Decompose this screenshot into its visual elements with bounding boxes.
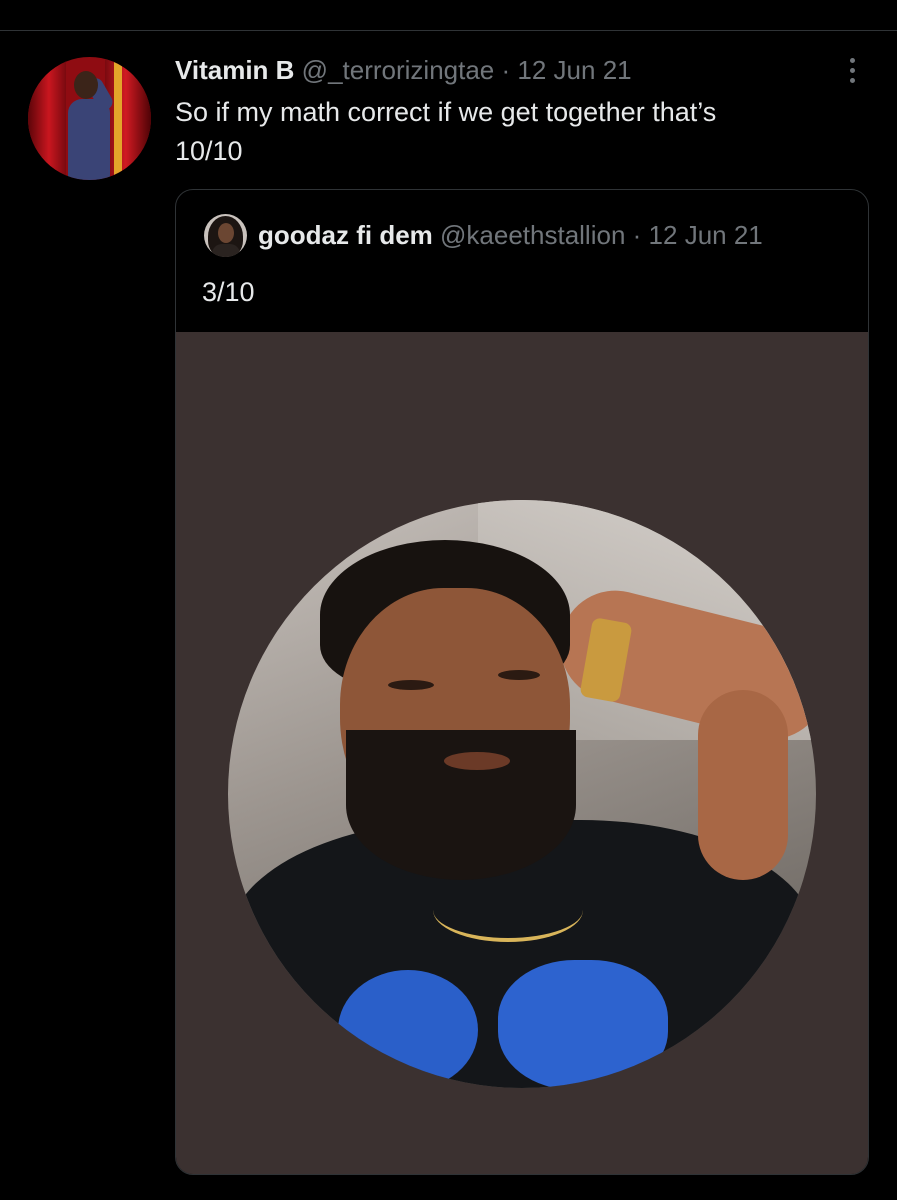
quoted-author-display-name[interactable]: goodaz fi dem <box>258 220 433 250</box>
tweet-timestamp[interactable]: 12 Jun 21 <box>517 55 631 85</box>
more-vertical-icon-dot <box>849 77 855 83</box>
tweet-header: Vitamin B @_terrorizingtae · 12 Jun 21 <box>175 53 632 87</box>
tweet-text-line: 10/10 <box>175 136 243 166</box>
avatar-curtain-left <box>28 57 66 180</box>
quoted-author-avatar[interactable] <box>204 214 247 257</box>
quoted-tweet-card[interactable]: goodaz fi dem @kaeethstallion · 12 Jun 2… <box>175 189 869 1175</box>
profile-photo-image <box>228 500 816 1088</box>
avatar-person-body <box>68 99 110 180</box>
photo-shirt-logo <box>338 970 478 1088</box>
quoted-tweet-timestamp[interactable]: 12 Jun 21 <box>649 220 763 250</box>
avatar-curtain-right <box>105 57 151 180</box>
photo-shirt-logo <box>498 960 668 1088</box>
photo-forearm <box>698 690 788 880</box>
tweet[interactable]: Vitamin B @_terrorizingtae · 12 Jun 21 S… <box>0 31 897 1200</box>
photo-chain <box>433 878 583 942</box>
more-vertical-icon <box>849 57 855 63</box>
avatar-stripe <box>114 57 122 180</box>
more-vertical-icon-dot <box>849 67 855 73</box>
more-options-button[interactable] <box>840 53 864 87</box>
quoted-avatar-face <box>218 223 234 243</box>
author-avatar[interactable] <box>28 57 151 180</box>
quoted-tweet-media[interactable] <box>176 332 868 1174</box>
author-display-name[interactable]: Vitamin B <box>175 55 294 85</box>
quoted-header-separator: · <box>632 220 642 250</box>
author-handle[interactable]: @_terrorizingtae <box>302 55 495 85</box>
quoted-avatar-body <box>212 244 240 257</box>
photo-eye <box>498 670 540 680</box>
quoted-tweet-header: goodaz fi dem @kaeethstallion · 12 Jun 2… <box>258 218 763 252</box>
photo-mouth <box>444 752 510 770</box>
tweet-text: So if my math correct if we get together… <box>175 93 825 171</box>
header-separator: · <box>501 55 511 85</box>
tweet-text-line: So if my math correct if we get together… <box>175 97 717 127</box>
quoted-tweet-text: 3/10 <box>202 277 255 307</box>
avatar-person-head <box>74 71 98 99</box>
quoted-author-handle[interactable]: @kaeethstallion <box>440 220 625 250</box>
photo-eye <box>388 680 434 690</box>
